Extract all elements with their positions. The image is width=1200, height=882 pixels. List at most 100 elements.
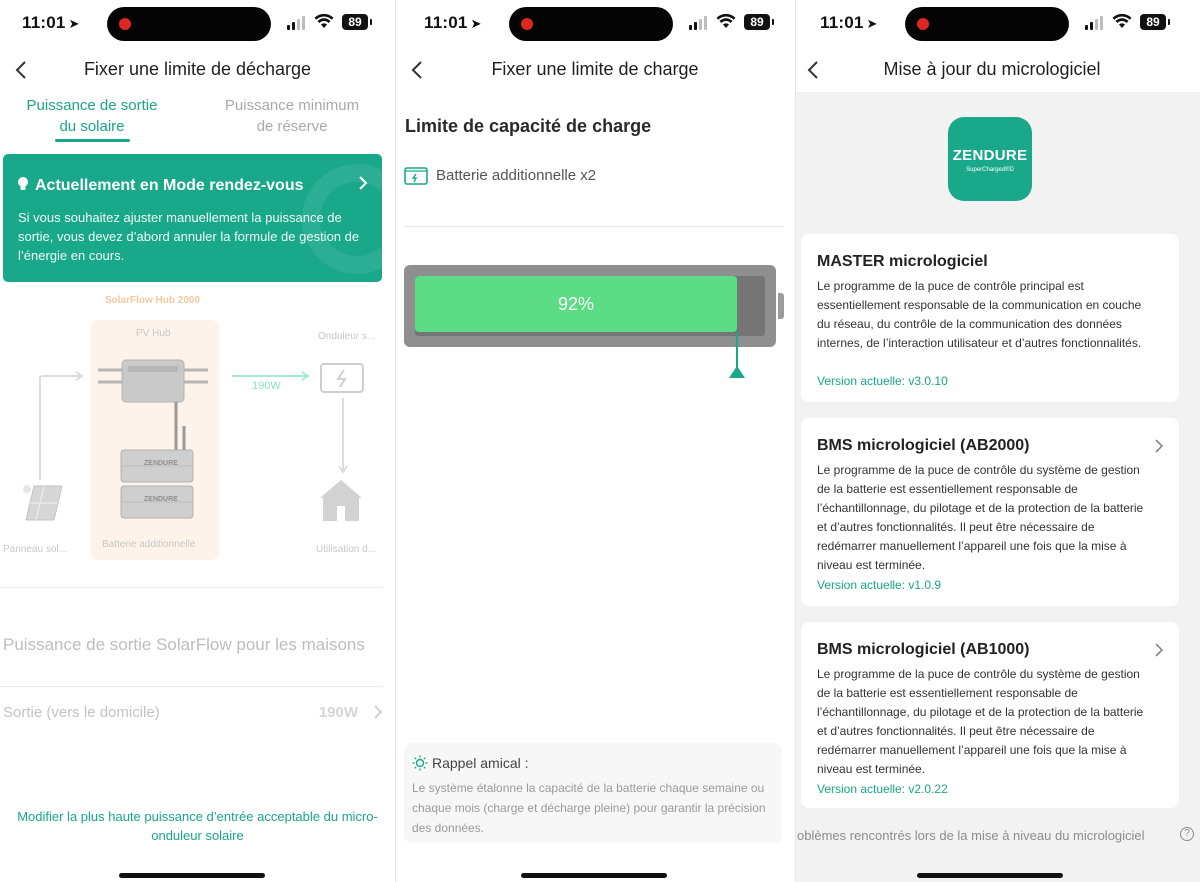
dynamic-island	[509, 7, 673, 41]
row-divider	[0, 686, 383, 687]
charge-level-fill: 92%	[415, 276, 737, 332]
home-indicator[interactable]	[521, 873, 667, 878]
battery-status-icon: 89	[744, 14, 774, 30]
charge-limit-screen: 11:01 ➤ 89 Fixer une limite de charge Lim…	[396, 0, 794, 882]
location-arrow-icon: ➤	[470, 16, 482, 31]
location-arrow-icon: ➤	[68, 16, 80, 31]
reminder-title-text: Rappel amical :	[432, 755, 529, 771]
energy-flow-diagram: SolarFlow Hub 2000 PV Hub Onduleur s... …	[0, 290, 395, 565]
status-time: 11:01 ➤	[424, 13, 482, 32]
firmware-card-description: Le programme de la puce de contrôle du s…	[817, 667, 1144, 776]
friendly-reminder-box: Rappel amical : Le système étalonne la c…	[404, 743, 782, 843]
help-circle-icon[interactable]: ?	[1180, 827, 1194, 841]
tab-bar: Puissance de sortie du solaire Puissance…	[0, 95, 395, 145]
tab-solar-output[interactable]: Puissance de sortie du solaire	[2, 95, 182, 137]
charge-percent-label: 92%	[557, 294, 595, 314]
appointment-mode-card[interactable]: Actuellement en Mode rendez-vous Si vous…	[3, 154, 382, 282]
mode-card-body: Si vous souhaitez ajuster manuellement l…	[18, 210, 360, 263]
home-indicator[interactable]	[119, 873, 265, 878]
page-title: Fixer une limite de décharge	[83, 59, 312, 79]
mode-card-heading-text: Actuellement en Mode rendez-vous	[35, 177, 304, 194]
battery-count-row: Batterie additionnelle x2	[404, 165, 596, 185]
section-divider	[0, 587, 383, 588]
hub-device-icon	[98, 359, 208, 450]
firmware-card-title: BMS micrologiciel (AB2000)	[817, 437, 1030, 454]
firmware-card-master[interactable]: MASTER micrologiciel Le programme de la …	[801, 234, 1179, 402]
chevron-right-icon	[374, 705, 383, 719]
max-input-power-link[interactable]: Modifier la plus haute puissance d’entré…	[10, 807, 385, 845]
charge-limit-marker-line	[736, 333, 738, 368]
dynamic-island	[107, 7, 271, 41]
status-time: 11:01 ➤	[820, 13, 878, 32]
reminder-body: Le système étalonne la capacité de la ba…	[412, 781, 766, 835]
page-title: Fixer une limite de charge	[491, 59, 699, 79]
firmware-card-description: Le programme de la puce de contrôle prin…	[817, 279, 1142, 350]
page-title: Mise à jour du micrologiciel	[883, 59, 1101, 79]
charge-limit-slider-handle[interactable]	[729, 366, 745, 378]
firmware-version: Version actuelle: v1.0.9	[817, 578, 942, 592]
tab-label-line1: Puissance de sortie	[26, 97, 158, 114]
status-bar: 11:01 ➤ 89	[796, 0, 1200, 46]
nav-bar: Fixer une limite de décharge	[0, 50, 395, 90]
location-arrow-icon: ➤	[866, 16, 878, 31]
recording-dot-icon	[917, 18, 929, 30]
firmware-card-description: Le programme de la puce de contrôle du s…	[817, 463, 1144, 572]
logo-tagline: SuperCharged®D	[966, 167, 1014, 173]
firmware-card-title: BMS micrologiciel (AB1000)	[817, 641, 1030, 658]
status-bar: 11:01 ➤ 89	[0, 0, 395, 46]
firmware-card-bms-ab2000[interactable]: BMS micrologiciel (AB2000) Le programme …	[801, 418, 1179, 606]
output-row-label: Sortie (vers le domicile)	[3, 704, 160, 721]
diagram-graphics	[23, 359, 364, 521]
status-bar: 11:01 ➤ 89	[396, 0, 794, 46]
recording-dot-icon	[521, 18, 533, 30]
active-tab-indicator	[55, 139, 130, 142]
battery-brand-label-2: ZENDURE	[144, 496, 178, 503]
section-title: Puissance de sortie SolarFlow pour les m…	[3, 635, 365, 654]
discharge-limit-screen: 11:01 ➤ 89 Fixer une limite de décharge P…	[0, 0, 395, 882]
wifi-icon	[1112, 13, 1132, 28]
mode-card-heading: Actuellement en Mode rendez-vous	[17, 176, 368, 195]
status-time: 11:01 ➤	[22, 13, 80, 32]
nav-bar: Fixer une limite de charge	[396, 50, 794, 90]
cellular-signal-icon	[287, 16, 305, 30]
tab-label-line2: de réserve	[256, 118, 328, 135]
battery-status-icon: 89	[1140, 14, 1170, 30]
logo-brand-text: ZENDURE	[952, 147, 1028, 164]
battery-count-label: Batterie additionnelle x2	[436, 166, 597, 184]
tab-label-line1: Puissance minimum	[224, 97, 360, 114]
zendure-logo: ZENDURE SuperCharged®D	[948, 117, 1032, 201]
sun-bulb-icon	[412, 755, 428, 771]
wifi-icon	[314, 13, 334, 28]
nav-bar: Mise à jour du micrologiciel	[796, 50, 1200, 90]
reminder-title: Rappel amical :	[412, 755, 529, 771]
tab-minimum-reserve[interactable]: Puissance minimum de réserve	[202, 95, 382, 137]
house-icon	[320, 480, 362, 521]
solar-panel-icon	[23, 485, 63, 521]
firmware-version: Version actuelle: v2.0.22	[817, 782, 948, 796]
firmware-update-screen: 11:01 ➤ 89 Mise à jour du micrologiciel Z…	[796, 0, 1200, 882]
output-row-value: 190W	[318, 704, 358, 721]
home-indicator[interactable]	[917, 873, 1063, 878]
firmware-card-title: MASTER micrologiciel	[817, 253, 988, 270]
chevron-right-icon	[1155, 643, 1164, 657]
lightbulb-icon	[18, 177, 28, 190]
section-divider	[404, 226, 784, 227]
firmware-version: Version actuelle: v3.0.10	[817, 374, 948, 388]
recording-dot-icon	[119, 18, 131, 30]
cellular-signal-icon	[1085, 16, 1103, 30]
section-heading: Limite de capacité de charge	[405, 116, 652, 136]
firmware-card-bms-ab1000[interactable]: BMS micrologiciel (AB1000) Le programme …	[801, 622, 1179, 808]
battery-status-icon: 89	[342, 14, 372, 30]
battery-pack-icon	[404, 167, 428, 185]
wifi-icon	[716, 13, 736, 28]
cellular-signal-icon	[689, 16, 707, 30]
battery-terminal	[778, 293, 784, 319]
dynamic-island	[905, 7, 1069, 41]
battery-brand-label: ZENDURE	[144, 460, 178, 467]
chevron-right-icon	[359, 176, 368, 190]
chevron-right-icon	[1155, 439, 1164, 453]
firmware-problems-text: oblèmes rencontrés lors de la mise à niv…	[797, 828, 1145, 843]
inverter-icon	[320, 363, 364, 393]
tab-label-line2: du solaire	[59, 118, 125, 135]
charge-limit-battery[interactable]: 92%	[404, 265, 784, 347]
